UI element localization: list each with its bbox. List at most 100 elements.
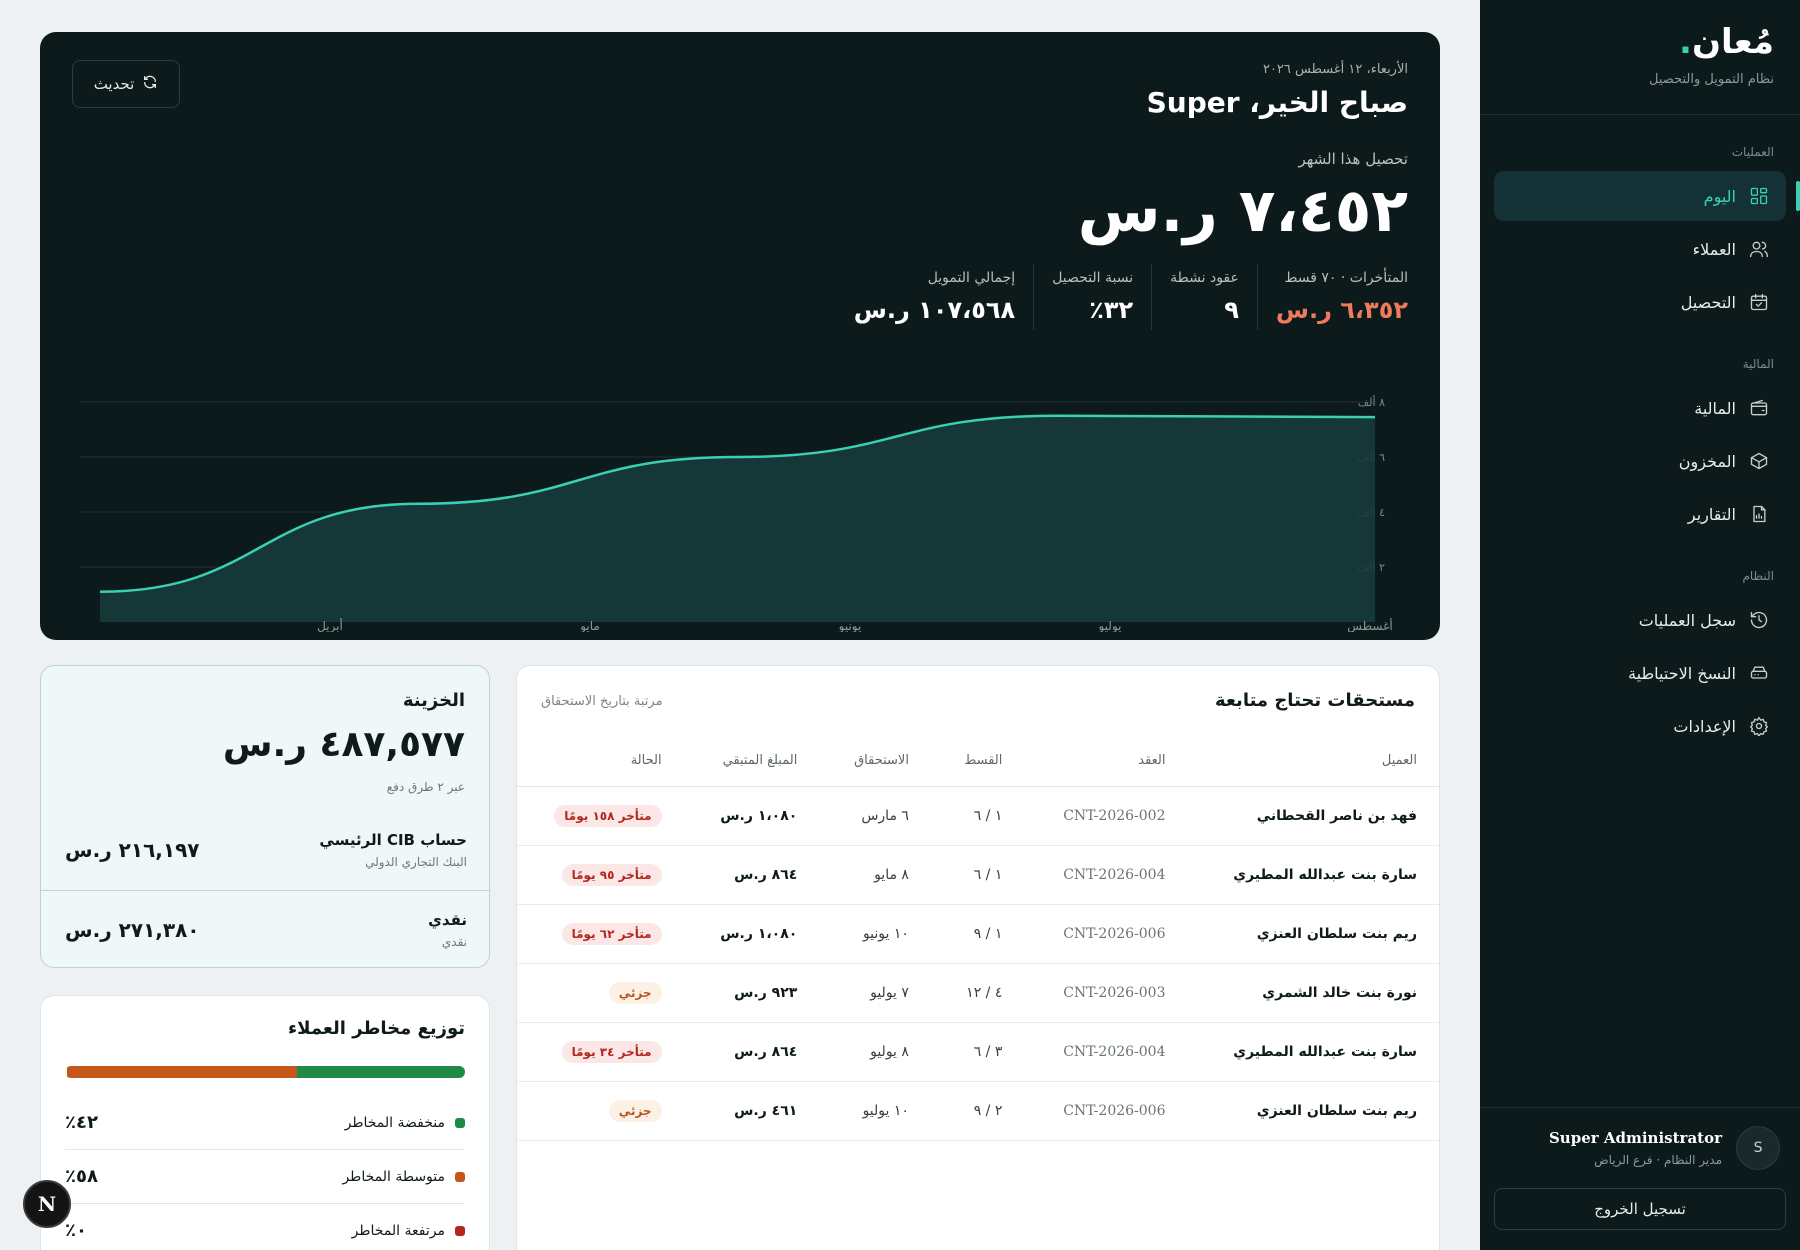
stat-label: عقود نشطة <box>1170 270 1239 286</box>
sidebar-item[interactable]: التقارير <box>1494 489 1786 539</box>
due-title: مستحقات تحتاج متابعة <box>1214 690 1415 711</box>
customer-name: فهد بن ناصر القحطاني <box>1189 786 1439 846</box>
dev-tools-button[interactable]: N <box>23 1180 71 1228</box>
sidebar-item[interactable]: التحصيل <box>1494 277 1786 327</box>
sidebar-item-label: المخزون <box>1678 451 1736 471</box>
risk-stacked-bar <box>65 1066 465 1078</box>
main-nav: العمليات اليوم العملاء التحصيل المالية المالي… <box>1480 145 1800 751</box>
installment-number: ٣ / ٦ <box>932 1022 1027 1082</box>
risk-row: مرتفعة المخاطر ٠٪ <box>65 1204 465 1250</box>
risk-percent: ٥٨٪ <box>65 1166 98 1187</box>
sidebar-item[interactable]: النسخ الاحتياطية <box>1494 648 1786 698</box>
nav-section-label: المالية <box>1742 357 1774 371</box>
column-header: المبلغ المتبقي <box>685 736 822 787</box>
logout-button[interactable]: تسجيل الخروج <box>1494 1188 1786 1230</box>
sidebar-item[interactable]: العملاء <box>1494 224 1786 274</box>
status-badge: متأخر ٩٥ يومًا <box>561 863 662 886</box>
nav-section-label: العمليات <box>1731 145 1774 159</box>
customer-name: نورة بنت خالد الشمري <box>1189 963 1439 1023</box>
treasury-account-row[interactable]: نقدي نقدي ٢٧١,٣٨٠ ر.س <box>41 890 489 967</box>
brand-logo[interactable]: مُعان. <box>1506 22 1774 62</box>
table-row[interactable]: فهد بن ناصر القحطاني CNT-2026-002 ١ / ٦ … <box>517 786 1439 846</box>
x-tick-label: أبريل <box>317 618 343 632</box>
x-tick-label: مايو <box>579 619 600 632</box>
sidebar-item[interactable]: سجل العمليات <box>1494 595 1786 645</box>
user-panel: S Super Administrator مدير النظام · فرع … <box>1480 1107 1800 1250</box>
risk-label: منخفضة المخاطر <box>344 1114 445 1131</box>
sidebar-item-label: التقارير <box>1687 504 1736 524</box>
table-row[interactable]: سارة بنت عبدالله المطيري CNT-2026-004 ١ … <box>517 845 1439 905</box>
account-name: نقدي <box>428 910 467 929</box>
risk-color-dot <box>455 1225 465 1236</box>
stat-label: نسبة التحصيل <box>1052 270 1134 286</box>
status-badge: متأخر ١٥٨ يومًا <box>554 804 662 827</box>
treasury-account-row[interactable]: حساب CIB الرئيسي البنك التجاري الدولي ٢١… <box>41 811 489 889</box>
stat-label: إجمالي التمويل <box>927 270 1016 286</box>
sidebar-item[interactable]: المالية <box>1494 383 1786 433</box>
risk-bar-segment <box>65 1066 297 1078</box>
customer-name: ريم بنت سلطان العنزي <box>1189 904 1439 964</box>
risk-color-dot <box>455 1117 465 1128</box>
stats-row: المتأخرات · ٧٠ قسط ٦،٣٥٢ ر.س عقود نشطة ٩ن… <box>836 264 1408 330</box>
stat-label: المتأخرات · ٧٠ قسط <box>1284 270 1408 286</box>
stat-item: نسبة التحصيل ٣٢٪ <box>1033 264 1151 330</box>
installment-number: ٤ / ١٢ <box>932 963 1027 1023</box>
remaining-amount: ١،٠٨٠ ر.س <box>685 904 822 964</box>
table-row[interactable]: ريم بنت سلطان العنزي CNT-2026-006 ٢ / ٩ … <box>517 1081 1439 1141</box>
status-cell: جزئي <box>517 963 686 1023</box>
remaining-amount: ٨٦٤ ر.س <box>685 1022 822 1082</box>
x-tick-label: يوليو <box>1097 619 1121 632</box>
table-row[interactable]: ريم بنت سلطان العنزي CNT-2026-006 ١ / ٩ … <box>517 904 1439 964</box>
due-sort-note: مرتبة بتاريخ الاستحقاق <box>541 694 663 709</box>
treasury-subtitle: عبر ٢ طرق دفع <box>386 780 465 794</box>
account-balance: ٢١٦,١٩٧ ر.س <box>65 838 200 862</box>
sidebar-item[interactable]: المخزون <box>1494 436 1786 486</box>
sidebar-item-label: النسخ الاحتياطية <box>1628 663 1736 683</box>
area-fill <box>100 415 1375 622</box>
status-cell: متأخر ٩٥ يومًا <box>517 845 686 905</box>
y-tick-label: ٨ ألف <box>1358 395 1385 409</box>
refresh-button[interactable]: تحديث <box>72 60 180 108</box>
installment-number: ١ / ٦ <box>932 845 1027 905</box>
user-role: مدير النظام · فرع الرياض <box>1594 1153 1722 1167</box>
sidebar-item[interactable]: الإعدادات <box>1494 701 1786 751</box>
sidebar-item-label: العملاء <box>1692 239 1736 259</box>
risk-percent: ٠٪ <box>65 1220 87 1241</box>
sidebar-item[interactable]: اليوم <box>1494 171 1800 221</box>
installment-number: ١ / ٩ <box>932 904 1027 964</box>
contract-id: CNT-2026-004 <box>1026 1022 1190 1082</box>
stat-item: عقود نشطة ٩ <box>1151 264 1257 330</box>
account-bank: البنك التجاري الدولي <box>365 855 467 869</box>
avatar[interactable]: S <box>1736 1126 1780 1170</box>
due-date: ١٠ يوليو <box>821 1081 933 1141</box>
status-cell: جزئي <box>517 1081 686 1141</box>
hero-panel: تحديث الأربعاء، ١٢ أغسطس ٢٠٢٦ صباح الخير… <box>40 32 1440 640</box>
report-icon <box>1748 503 1770 525</box>
contract-id: CNT-2026-004 <box>1026 845 1190 905</box>
due-date: ٧ يوليو <box>821 963 933 1023</box>
contract-id: CNT-2026-003 <box>1026 963 1190 1023</box>
collection-chart: ٢ ألف٤ ألف٦ ألف٨ ألفأبريلمايويونيويوليوأ… <box>60 382 1420 632</box>
stat-value: ١٠٧،٥٦٨ ر.س <box>853 296 1016 324</box>
sidebar: مُعان. نظام التمويل والتحصيل العمليات الي… <box>1480 0 1800 1250</box>
table-row[interactable]: سارة بنت عبدالله المطيري CNT-2026-004 ٣ … <box>517 1022 1439 1082</box>
stat-value: ٣٢٪ <box>1089 296 1134 324</box>
status-cell: متأخر ٣٤ يومًا <box>517 1022 686 1082</box>
risk-row: منخفضة المخاطر ٤٢٪ <box>65 1096 465 1150</box>
box-icon <box>1748 450 1770 472</box>
risk-percent: ٤٢٪ <box>65 1112 98 1133</box>
stat-item: المتأخرات · ٧٠ قسط ٦،٣٥٢ ر.س <box>1256 264 1408 330</box>
x-tick-label: يونيو <box>838 619 862 632</box>
wallet-icon <box>1748 397 1770 419</box>
due-date: ٨ يوليو <box>821 1022 933 1082</box>
risk-label: متوسطة المخاطر <box>342 1168 445 1185</box>
dashboard-icon <box>1748 185 1770 207</box>
contract-id: CNT-2026-006 <box>1026 904 1190 964</box>
sidebar-item-label: التحصيل <box>1680 292 1736 312</box>
sidebar-item-label: الإعدادات <box>1673 716 1736 736</box>
table-row[interactable]: نورة بنت خالد الشمري CNT-2026-003 ٤ / ١٢… <box>517 963 1439 1023</box>
installment-number: ١ / ٦ <box>932 786 1027 846</box>
stat-value: ٩ <box>1224 296 1239 324</box>
remaining-amount: ٩٢٣ ر.س <box>685 963 822 1023</box>
users-icon <box>1748 238 1770 260</box>
